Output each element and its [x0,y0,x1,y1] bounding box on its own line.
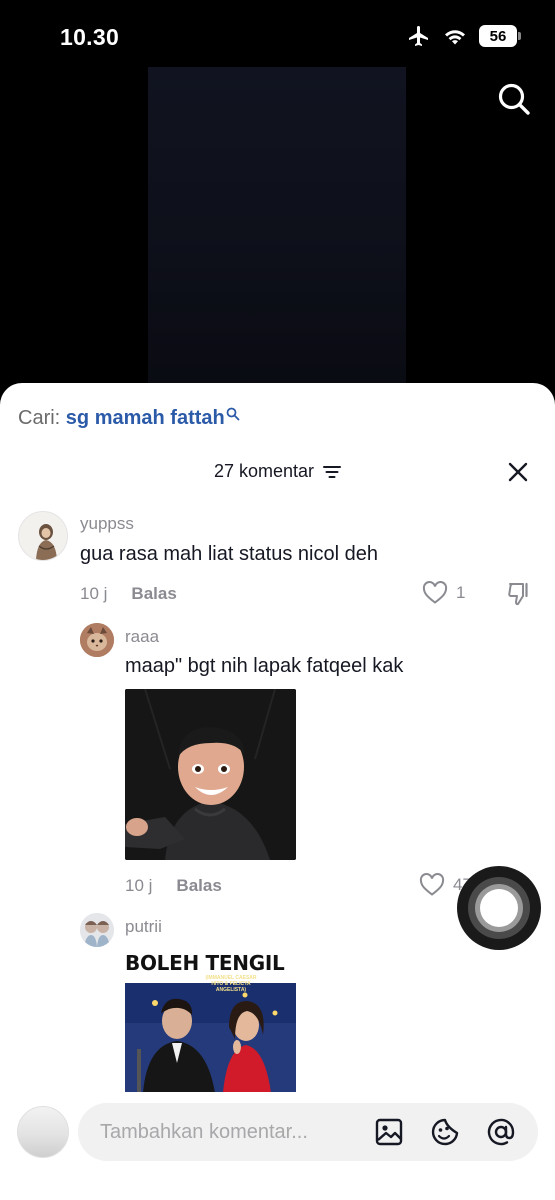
comment-input-pill[interactable] [78,1103,538,1161]
heart-icon[interactable] [419,873,445,897]
reply-button[interactable]: Balas [176,876,221,896]
search-suggestion-prefix: Cari: [18,407,61,429]
heart-icon[interactable] [422,581,448,605]
comment-text: gua rasa mah liat status nicol deh [80,543,378,565]
search-icon [226,407,240,421]
video-frame[interactable] [148,67,406,392]
assistive-touch-ring [468,877,530,939]
search-suggestion[interactable]: Cari: sg mamah fattah [18,407,240,430]
like-count: 1 [456,583,466,602]
at-mention-icon[interactable] [486,1117,516,1147]
assistive-touch-button[interactable] [457,866,541,950]
close-icon[interactable] [507,461,529,483]
comment-meme-image[interactable]: BOLEH TENGIL (IMMANUEL CAESAR HITO & FEL… [125,949,296,1093]
comment-input[interactable] [100,1103,360,1161]
search-suggestion-term[interactable]: sg mamah fattah [66,407,225,429]
filter-icon[interactable] [323,465,342,479]
meme-caption: BOLEH TENGIL [125,951,285,975]
reply-item: raaa maap" bgt nih lapak fatqeel kak 10 … [0,623,555,903]
comment-item: yuppss gua rasa mah liat status nicol de… [0,511,555,611]
meme-small-text: (IMMANUEL CAESAR HITO & FELICYA ANGELIST… [205,975,257,993]
comments-count: 27 komentar [213,461,315,481]
status-icons: 56 [407,24,521,48]
comment-username[interactable]: yuppss [80,514,134,534]
comments-header[interactable]: 27 komentar [0,461,555,482]
comment-username[interactable]: putrii [125,917,162,937]
like-button[interactable]: 1 [422,581,465,605]
wifi-icon [445,30,465,45]
thumbs-down-icon[interactable] [507,581,533,607]
image-icon[interactable] [374,1117,404,1147]
comment-username[interactable]: raaa [125,627,159,647]
assistive-touch-ring-inner [475,884,523,932]
comment-gif[interactable] [125,689,296,860]
avatar[interactable] [18,511,68,561]
assistive-touch-center [480,889,518,927]
comment-time: 10 j [125,876,153,895]
status-bar: 10.30 56 [0,0,555,70]
battery-indicator: 56 [479,25,521,47]
comment-input-bar [0,1092,555,1200]
comment-meta: 10 j Balas [125,876,222,896]
emoji-sticker-icon[interactable] [430,1117,460,1147]
my-avatar[interactable] [17,1106,69,1158]
avatar[interactable] [80,623,114,657]
avatar[interactable] [80,913,114,947]
comment-meta: 10 j Balas [80,584,177,604]
reply-button[interactable]: Balas [131,584,176,604]
search-icon[interactable] [497,82,531,116]
airplane-mode-icon [409,26,428,46]
comment-time: 10 j [80,584,108,603]
comment-text: maap" bgt nih lapak fatqeel kak [125,655,404,677]
comments-sheet: Cari: sg mamah fattah 27 komentar yuppss… [0,383,555,1200]
status-time: 10.30 [60,24,120,50]
